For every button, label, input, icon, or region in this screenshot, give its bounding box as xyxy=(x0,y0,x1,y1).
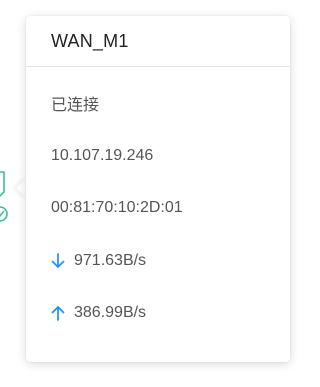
connection-status-text: 已连接 xyxy=(51,97,100,115)
download-speed: 971.63B/s xyxy=(26,235,290,288)
ip-address: 10.107.19.246 xyxy=(26,130,290,183)
port-connected-icon[interactable] xyxy=(0,170,14,226)
tooltip-title: WAN_M1 xyxy=(26,16,290,67)
mac-address-text: 00:81:70:10:2D:01 xyxy=(51,199,183,217)
stage: WAN_M1 已连接 10.107.19.246 00:81:70:10:2D:… xyxy=(0,0,297,387)
arrow-down-icon xyxy=(51,252,65,269)
download-speed-text: 971.63B/s xyxy=(74,251,147,269)
connection-status: 已连接 xyxy=(26,77,290,130)
upload-speed: 386.99B/s xyxy=(26,287,290,340)
mac-address: 00:81:70:10:2D:01 xyxy=(26,182,290,235)
arrow-up-icon xyxy=(51,305,65,322)
wan-tooltip-card: WAN_M1 已连接 10.107.19.246 00:81:70:10:2D:… xyxy=(26,16,290,362)
ip-address-text: 10.107.19.246 xyxy=(51,146,154,164)
tooltip-body: 已连接 10.107.19.246 00:81:70:10:2D:01 971.… xyxy=(26,67,290,340)
upload-speed-text: 386.99B/s xyxy=(74,304,147,322)
